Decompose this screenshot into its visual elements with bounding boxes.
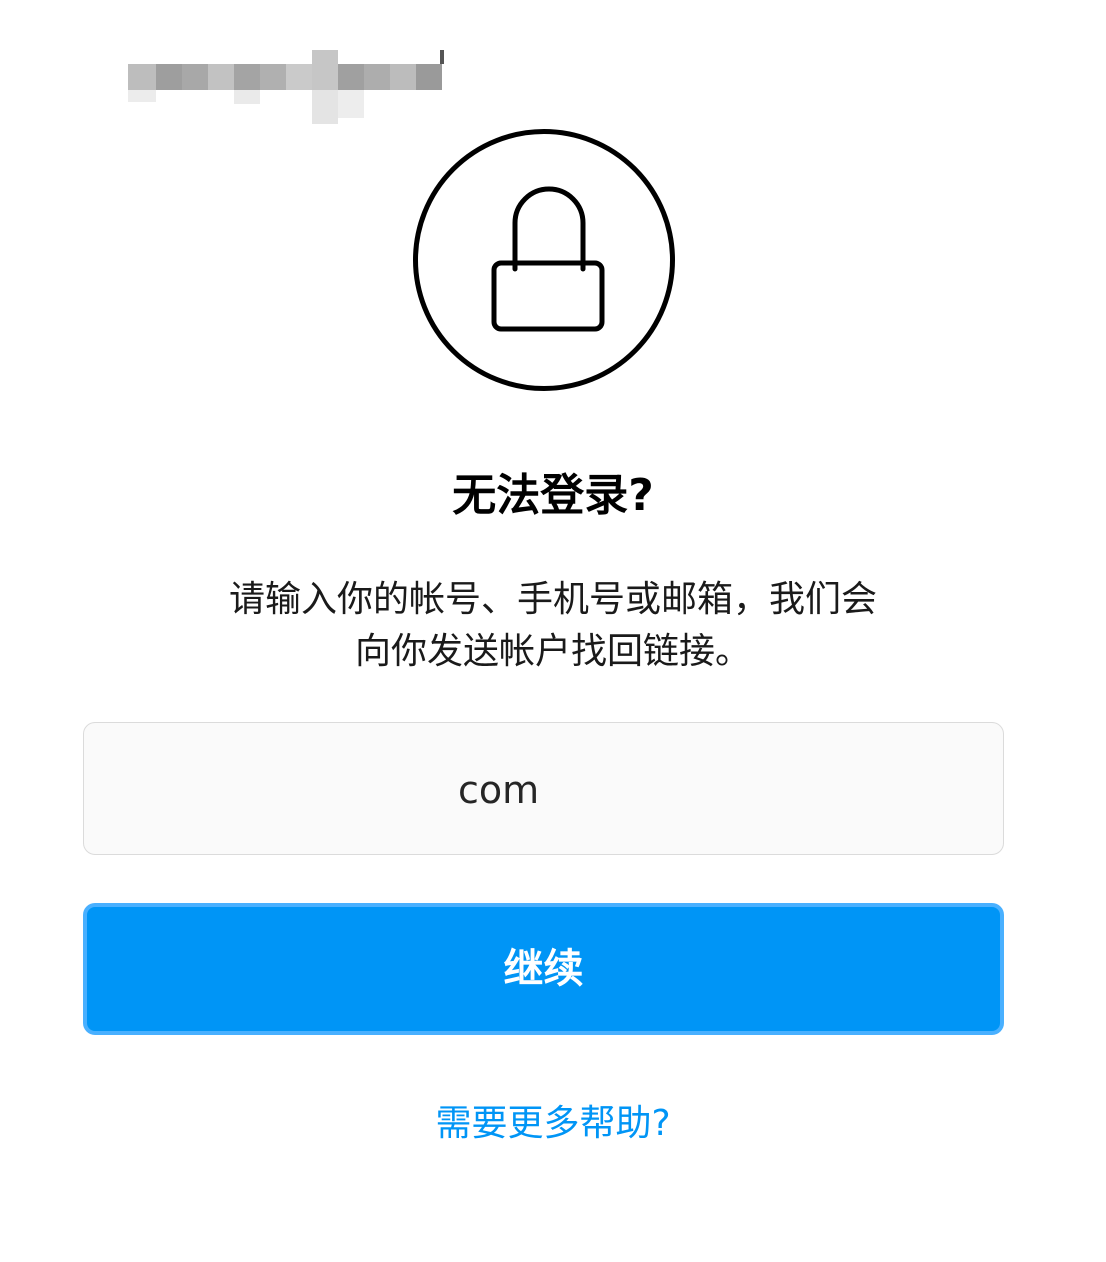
account-input[interactable] <box>84 723 1003 854</box>
lock-icon <box>491 186 605 332</box>
continue-button[interactable]: 继续 <box>83 903 1004 1035</box>
page-title: 无法登录? <box>452 470 654 521</box>
need-more-help-link[interactable]: 需要更多帮助? <box>0 1098 1106 1150</box>
lock-badge <box>413 129 675 391</box>
account-input-container[interactable] <box>83 722 1004 855</box>
description-line-1: 请输入你的帐号、手机号或邮箱，我们会 <box>228 579 877 620</box>
description: 请输入你的帐号、手机号或邮箱，我们会 向你发送帐户找回链接。 <box>130 574 976 678</box>
obscured-value-mosaic <box>128 44 458 126</box>
description-line-2: 向你发送帐户找回链接。 <box>354 631 751 672</box>
